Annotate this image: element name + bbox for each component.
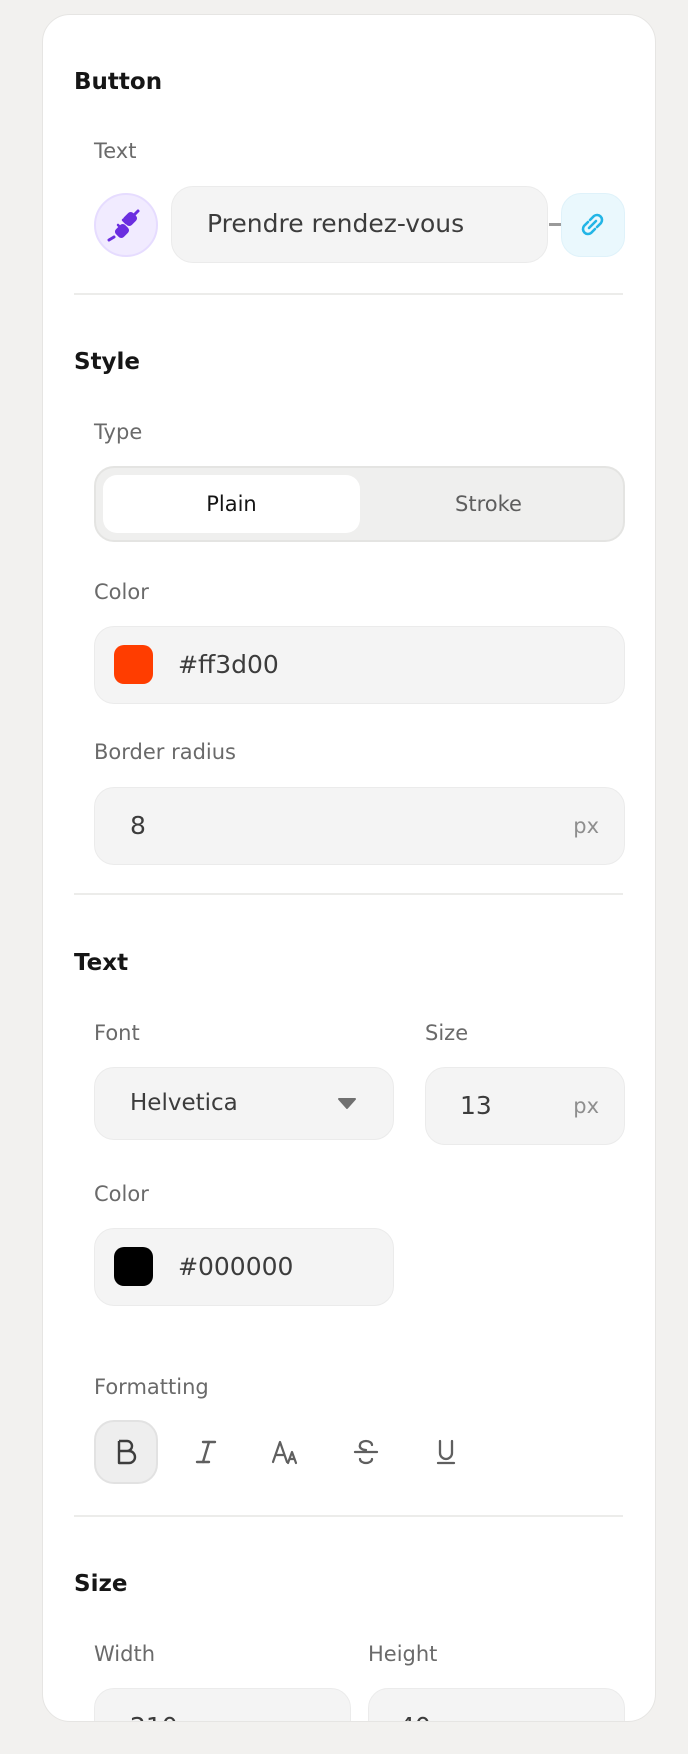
- type-option-plain[interactable]: Plain: [103, 475, 360, 533]
- plug-icon: [107, 209, 140, 242]
- button-text-input[interactable]: Prendre rendez-vous: [171, 186, 548, 263]
- link-button[interactable]: [561, 193, 625, 257]
- italic-button[interactable]: [174, 1420, 238, 1484]
- properties-panel: Button Text Prendre rendez-vous Style Ty…: [42, 14, 656, 1722]
- style-type-label: Type: [94, 420, 143, 444]
- button-text-label: Text: [94, 139, 137, 163]
- section-title-size: Size: [74, 1571, 128, 1597]
- text-color-hash: #: [178, 1253, 199, 1281]
- type-segmented-control: Plain Stroke: [94, 466, 625, 542]
- link-connector: [549, 223, 561, 226]
- divider: [74, 1515, 623, 1517]
- divider: [74, 893, 623, 895]
- font-size-icon: [271, 1440, 298, 1465]
- size-label: Size: [425, 1021, 469, 1045]
- border-radius-value: 8: [130, 811, 146, 840]
- style-color-label: Color: [94, 580, 149, 604]
- border-radius-unit: px: [573, 814, 599, 838]
- text-color-input[interactable]: # 000000: [94, 1228, 394, 1306]
- font-label: Font: [94, 1021, 140, 1045]
- underline-icon: [436, 1439, 456, 1465]
- strikethrough-button[interactable]: [334, 1420, 398, 1484]
- button-text-value: Prendre rendez-vous: [207, 209, 465, 238]
- font-size-unit: px: [573, 1094, 599, 1118]
- text-color-swatch[interactable]: [114, 1247, 153, 1286]
- font-value: Helvetica: [130, 1090, 238, 1116]
- bold-icon: [117, 1439, 137, 1465]
- width-input[interactable]: 210: [94, 1688, 351, 1721]
- text-color-label: Color: [94, 1182, 149, 1206]
- style-color-input[interactable]: # ff3d00: [94, 626, 625, 704]
- link-icon: [581, 213, 604, 236]
- font-select[interactable]: Helvetica: [94, 1067, 394, 1140]
- width-label: Width: [94, 1642, 156, 1666]
- formatting-label: Formatting: [94, 1375, 209, 1399]
- style-color-value: ff3d00: [198, 650, 279, 679]
- chevron-down-icon: [338, 1098, 356, 1109]
- section-title-button: Button: [74, 69, 163, 95]
- style-color-hash: #: [178, 651, 199, 679]
- text-color-value: 000000: [198, 1252, 294, 1281]
- italic-icon: [195, 1440, 217, 1464]
- height-value: 40: [399, 1712, 431, 1721]
- font-size-value: 13: [460, 1091, 492, 1120]
- type-option-stroke[interactable]: Stroke: [360, 475, 617, 533]
- width-value: 210: [130, 1712, 178, 1721]
- font-size-format-button[interactable]: [254, 1420, 318, 1484]
- height-input[interactable]: 40: [368, 1688, 625, 1721]
- plug-icon-button[interactable]: [94, 193, 158, 257]
- divider: [74, 293, 623, 295]
- border-radius-label: Border radius: [94, 740, 236, 764]
- border-radius-input[interactable]: 8 px: [94, 787, 625, 865]
- underline-button[interactable]: [414, 1420, 478, 1484]
- font-size-input[interactable]: 13 px: [425, 1067, 625, 1145]
- strikethrough-icon: [353, 1439, 379, 1465]
- style-color-swatch[interactable]: [114, 645, 153, 684]
- section-title-text: Text: [74, 950, 129, 976]
- bold-button[interactable]: [94, 1420, 158, 1484]
- height-label: Height: [368, 1642, 438, 1666]
- section-title-style: Style: [74, 349, 141, 375]
